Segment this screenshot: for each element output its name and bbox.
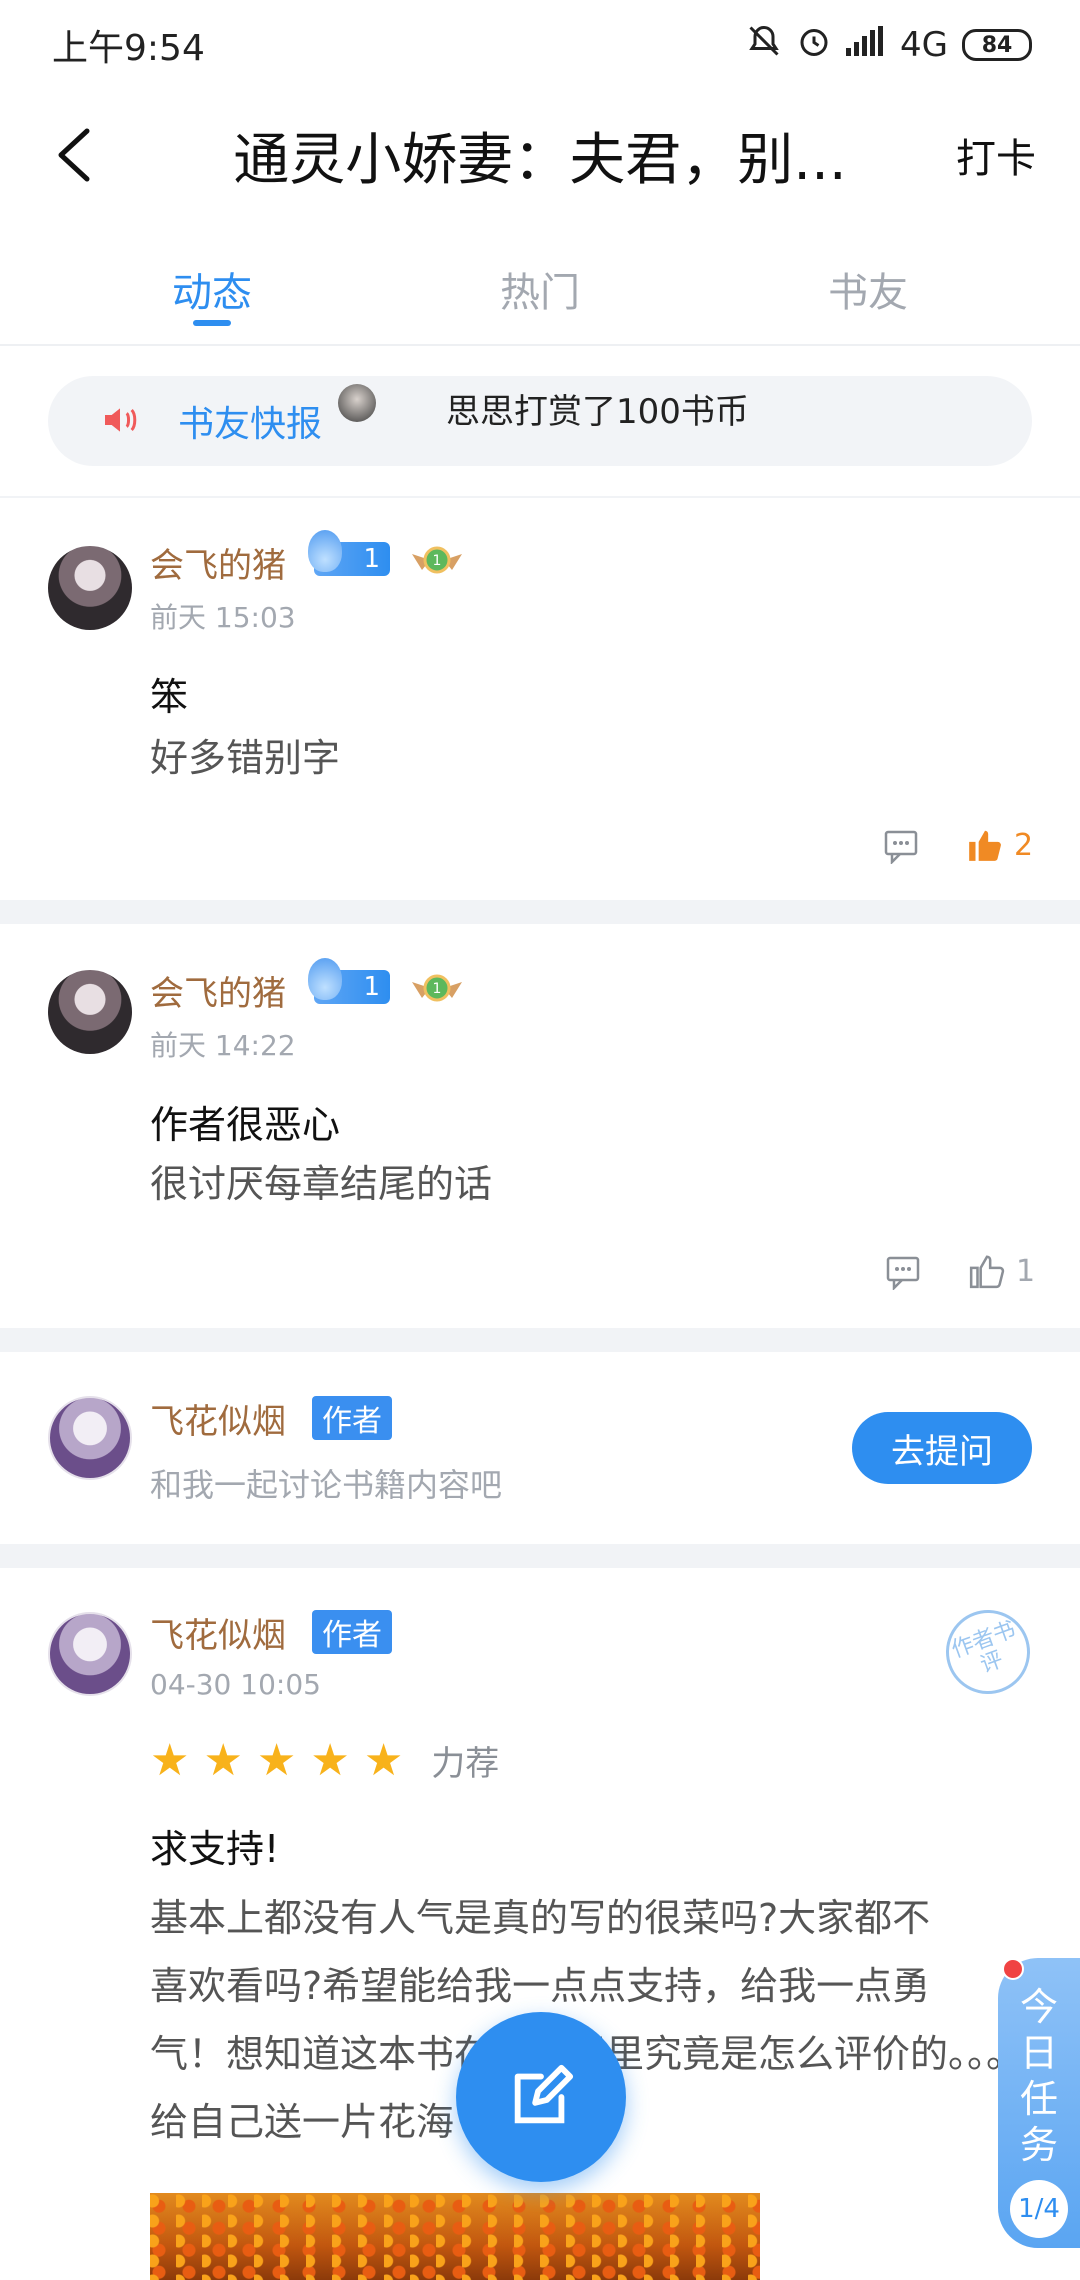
author-tag: 作者 xyxy=(312,1396,392,1440)
comment-icon xyxy=(884,830,918,864)
author-review-stamp: 作者书评 xyxy=(934,1598,1042,1706)
author-avatar[interactable] xyxy=(48,1612,132,1696)
alarm-icon xyxy=(796,23,832,68)
star-icon: ★ xyxy=(203,1734,243,1786)
compose-button[interactable] xyxy=(456,2012,626,2182)
news-ticker[interactable]: 书友快报 思思打赏了100书币 xyxy=(48,376,1032,466)
rating-label: 力荐 xyxy=(431,1744,500,1784)
ticker-label: 书友快报 xyxy=(178,404,323,445)
like-count: 2 xyxy=(1014,827,1034,863)
like-count: 1 xyxy=(1016,1253,1036,1289)
comment-icon xyxy=(886,1256,920,1290)
flame-icon xyxy=(308,958,342,1000)
chevron-left-icon xyxy=(58,128,90,182)
divider xyxy=(0,1544,1080,1568)
ticker-text: 思思打赏了100书币 xyxy=(446,392,749,432)
back-button[interactable] xyxy=(38,120,108,190)
post-time: 前天 14:22 xyxy=(150,1029,296,1062)
mute-icon xyxy=(746,23,782,68)
medal-icon: 1 xyxy=(412,546,462,574)
ticker-avatar xyxy=(338,384,376,422)
network-type: 4G xyxy=(900,25,948,65)
review-line: 基本上都没有人气是真的写的很菜吗?大家都不 xyxy=(150,1896,931,1940)
notification-dot xyxy=(1002,1958,1024,1980)
tab-hot[interactable]: 热门 xyxy=(440,260,640,318)
username[interactable]: 会飞的猪 xyxy=(150,966,286,1015)
signal-icon xyxy=(846,25,886,65)
author-subtitle: 和我一起讨论书籍内容吧 xyxy=(150,1466,503,1504)
svg-text:1: 1 xyxy=(433,553,442,569)
speaker-icon xyxy=(100,400,140,444)
author-avatar[interactable] xyxy=(48,1396,132,1480)
tab-book-friends[interactable]: 书友 xyxy=(768,260,968,318)
like-button[interactable]: 2 xyxy=(966,826,1033,864)
thumbs-up-icon xyxy=(969,1255,1005,1289)
battery-icon: 84 xyxy=(962,29,1032,61)
post-body: 很讨厌每章结尾的话 xyxy=(150,1162,493,1206)
author-name[interactable]: 飞花似烟 xyxy=(150,1608,286,1657)
comment-button[interactable] xyxy=(884,826,924,864)
level-badge: 1 xyxy=(308,530,390,576)
checkin-button[interactable]: 打卡 xyxy=(956,126,1036,184)
author-card: 飞花似烟 作者 和我一起讨论书籍内容吧 去提问 xyxy=(0,1352,1080,1544)
like-button[interactable]: 1 xyxy=(968,1252,1035,1290)
daily-task-tab[interactable]: 今日任务 1/4 xyxy=(998,1958,1080,2248)
status-bar: 上午9:54 4G 84 xyxy=(0,0,1080,90)
post-title: 作者很恶心 xyxy=(150,1103,341,1147)
username[interactable]: 会飞的猪 xyxy=(150,538,286,587)
star-icon: ★ xyxy=(363,1734,404,1786)
daily-task-progress: 1/4 xyxy=(1010,2180,1068,2238)
edit-icon xyxy=(514,2064,574,2124)
avatar[interactable] xyxy=(48,546,132,630)
level-badge: 1 xyxy=(308,958,390,1004)
ask-question-button[interactable]: 去提问 xyxy=(852,1412,1032,1484)
post-card: 会飞的猪 1 1 前天 14:22 作者很恶心 很讨厌每章结尾的话 1 xyxy=(0,924,1080,1328)
star-icon: ★ xyxy=(150,1734,190,1786)
tab-dynamics[interactable]: 动态 xyxy=(112,260,312,318)
star-icon: ★ xyxy=(310,1734,350,1786)
medal-icon: 1 xyxy=(412,974,462,1002)
post-body: 好多错别字 xyxy=(150,736,341,780)
svg-text:1: 1 xyxy=(433,981,442,997)
divider xyxy=(0,900,1080,924)
comment-button[interactable] xyxy=(886,1252,926,1290)
rating-stars: ★ ★ ★ ★ ★ 力荐 xyxy=(150,1736,499,1785)
post-title: 笨 xyxy=(150,675,189,719)
daily-task-label: 今日任务 xyxy=(1019,1985,1058,2167)
status-time: 上午9:54 xyxy=(52,28,205,69)
post-card: 会飞的猪 1 1 前天 15:03 笨 好多错别字 2 xyxy=(0,498,1080,900)
review-image[interactable] xyxy=(150,2193,760,2280)
author-tag: 作者 xyxy=(312,1610,392,1654)
post-time: 前天 15:03 xyxy=(150,601,296,634)
tab-bar: 动态 热门 书友 xyxy=(0,240,1080,346)
review-title: 求支持! xyxy=(150,1827,280,1871)
star-icon: ★ xyxy=(256,1734,297,1786)
review-line: 喜欢看吗?希望能给我一点点支持，给我一点勇 xyxy=(150,1964,931,2008)
thumbs-up-icon xyxy=(969,830,1001,861)
tab-active-indicator xyxy=(193,320,231,326)
avatar[interactable] xyxy=(48,970,132,1054)
divider xyxy=(0,1328,1080,1352)
status-icons: 4G 84 xyxy=(746,23,1032,68)
review-time: 04-30 10:05 xyxy=(150,1668,321,1701)
flame-icon xyxy=(308,530,342,572)
nav-bar: 通灵小娇妻：夫君，别... 打卡 xyxy=(0,90,1080,220)
author-name[interactable]: 飞花似烟 xyxy=(150,1394,286,1443)
page-title: 通灵小娇妻：夫君，别... xyxy=(233,127,847,193)
